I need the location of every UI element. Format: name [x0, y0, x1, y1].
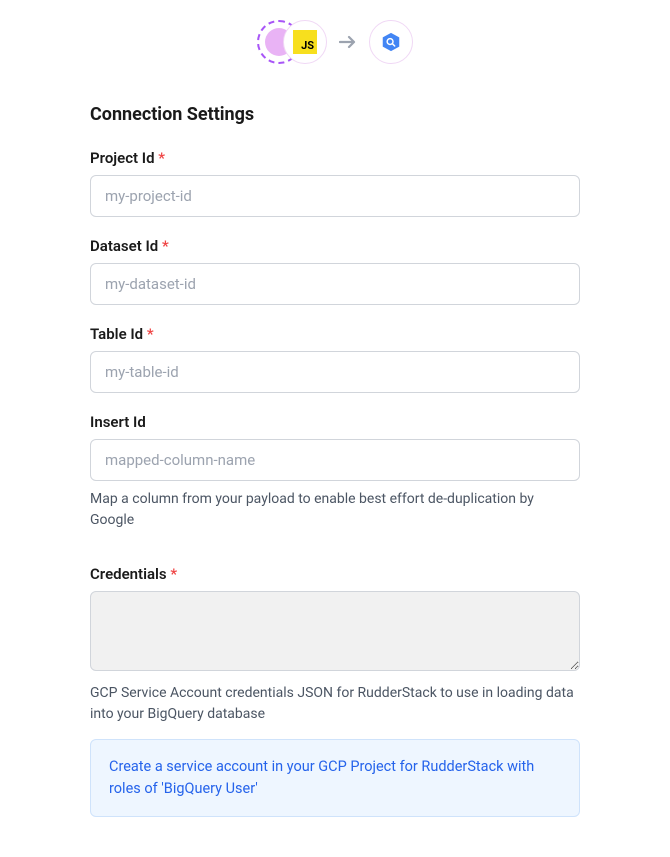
source-js-icon: JS [283, 20, 327, 64]
project-id-input[interactable] [90, 175, 580, 217]
source-icon-group: JS [257, 20, 327, 64]
destination-icon [369, 20, 413, 64]
dataset-id-label-text: Dataset Id [90, 237, 158, 255]
create-service-account-link[interactable]: Create a service account in your GCP Pro… [109, 758, 534, 797]
project-id-label-text: Project Id [90, 149, 155, 167]
field-credentials: Credentials * GCP Service Account creden… [90, 565, 580, 817]
field-insert-id: Insert Id Map a column from your payload… [90, 413, 580, 531]
insert-id-help: Map a column from your payload to enable… [90, 489, 580, 531]
required-marker: * [147, 325, 154, 343]
credentials-label: Credentials * [90, 565, 580, 583]
connection-flow-header: JS [90, 20, 580, 64]
arrow-right-icon [339, 30, 357, 54]
js-badge: JS [293, 30, 317, 54]
field-table-id: Table Id * [90, 325, 580, 393]
credentials-help: GCP Service Account credentials JSON for… [90, 683, 580, 725]
credentials-label-text: Credentials [90, 565, 167, 583]
insert-id-input[interactable] [90, 439, 580, 481]
required-marker: * [170, 565, 177, 583]
insert-id-label-text: Insert Id [90, 413, 146, 431]
dataset-id-label: Dataset Id * [90, 237, 580, 255]
table-id-label-text: Table Id [90, 325, 143, 343]
credentials-textarea[interactable] [90, 591, 580, 671]
dataset-id-input[interactable] [90, 263, 580, 305]
project-id-label: Project Id * [90, 149, 580, 167]
insert-id-label: Insert Id [90, 413, 580, 431]
bigquery-icon [380, 31, 402, 53]
credentials-info-box: Create a service account in your GCP Pro… [90, 739, 580, 817]
required-marker: * [162, 237, 169, 255]
section-title: Connection Settings [90, 104, 580, 125]
table-id-input[interactable] [90, 351, 580, 393]
field-project-id: Project Id * [90, 149, 580, 217]
field-dataset-id: Dataset Id * [90, 237, 580, 305]
required-marker: * [158, 149, 165, 167]
table-id-label: Table Id * [90, 325, 580, 343]
